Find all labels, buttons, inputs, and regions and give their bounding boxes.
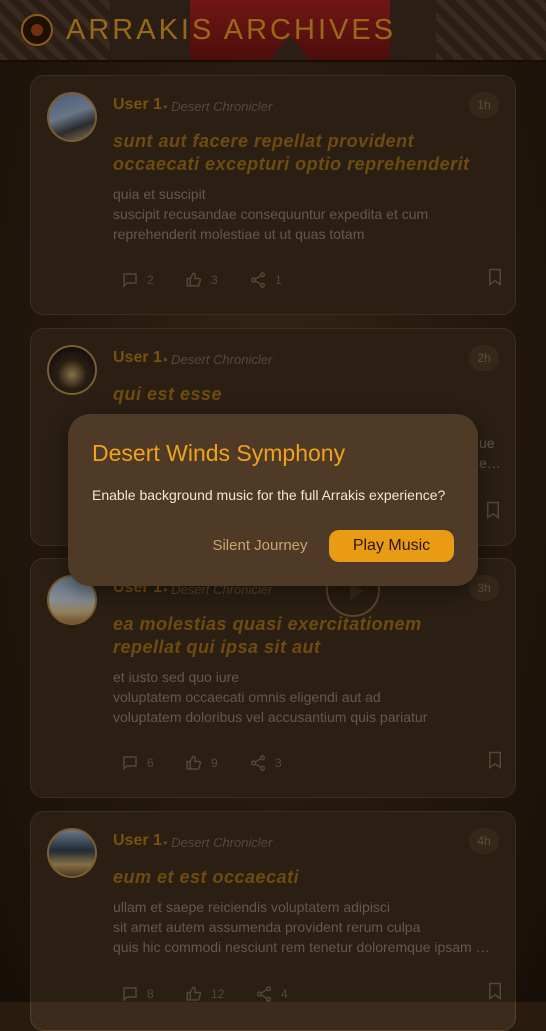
music-dialog: Desert Winds Symphony Enable background … xyxy=(68,414,478,586)
app-root: ARRAKIS ARCHIVES User 1 • Desert Chronic… xyxy=(0,0,546,1031)
dialog-title: Desert Winds Symphony xyxy=(92,440,346,466)
silent-journey-button[interactable]: Silent Journey xyxy=(208,530,312,562)
dialog-message: Enable background music for the full Arr… xyxy=(92,487,446,503)
play-music-button[interactable]: Play Music xyxy=(329,530,454,562)
